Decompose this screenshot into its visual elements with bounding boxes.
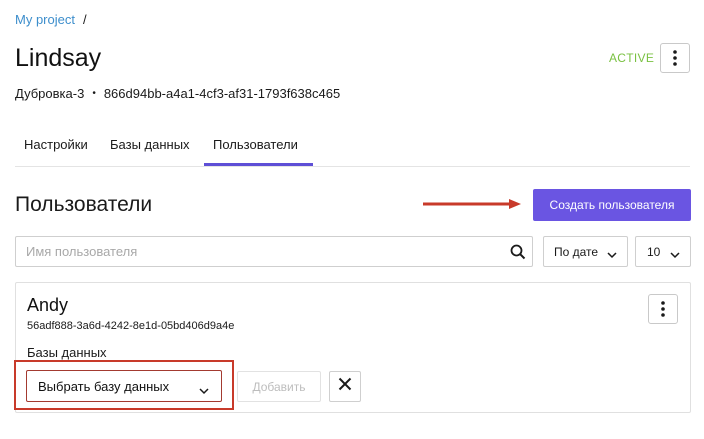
meta-separator: •: [92, 88, 96, 99]
search-field: [15, 236, 533, 267]
database-select[interactable]: Выбрать базу данных: [26, 370, 222, 402]
page-size-select[interactable]: 10: [635, 236, 691, 267]
active-tab-indicator: [204, 163, 313, 166]
add-database-button[interactable]: Добавить: [237, 371, 321, 402]
region-label: Дубровка-3: [15, 86, 85, 101]
more-vertical-icon: [661, 301, 665, 317]
more-vertical-icon: [673, 50, 677, 66]
instance-id: 866d94bb-a4a1-4cf3-af31-1793f638c465: [103, 86, 341, 101]
chevron-down-icon: [199, 383, 209, 398]
create-user-button[interactable]: Создать пользователя: [533, 189, 691, 221]
sort-select[interactable]: По дате: [543, 236, 628, 267]
instance-menu-button[interactable]: [660, 43, 690, 73]
user-name: Andy: [27, 295, 69, 315]
breadcrumb: My project /: [15, 12, 87, 27]
chevron-down-icon: [607, 248, 617, 262]
instance-meta: Дубровка-3 • 866d94bb-a4a1-4cf3-af31-179…: [15, 86, 340, 101]
tab-bar: Настройки Базы данных Пользователи: [15, 126, 690, 167]
breadcrumb-project-link[interactable]: My project: [15, 12, 75, 27]
user-id: 56adf888-3a6d-4242-8e1d-05bd406d9a4e: [27, 320, 235, 332]
close-icon: [338, 377, 352, 396]
search-icon[interactable]: [510, 244, 526, 265]
remove-row-button[interactable]: [329, 371, 361, 402]
search-input[interactable]: [16, 237, 496, 266]
user-menu-button[interactable]: [648, 294, 678, 324]
section-title: Пользователи: [15, 193, 153, 216]
database-select-value: Выбрать базу данных: [38, 378, 170, 394]
breadcrumb-separator: /: [82, 12, 87, 27]
status-badge: ACTIVE: [609, 51, 655, 65]
tab-databases[interactable]: Базы данных: [110, 137, 190, 152]
databases-label: Базы данных: [27, 345, 107, 360]
tab-settings[interactable]: Настройки: [24, 137, 88, 152]
page-size-select-value: 10: [647, 244, 661, 259]
tab-users[interactable]: Пользователи: [213, 137, 298, 152]
page-title: Lindsay: [15, 44, 102, 72]
arrow-right-icon: [423, 199, 521, 209]
sort-select-value: По дате: [554, 244, 599, 259]
chevron-down-icon: [670, 248, 680, 262]
